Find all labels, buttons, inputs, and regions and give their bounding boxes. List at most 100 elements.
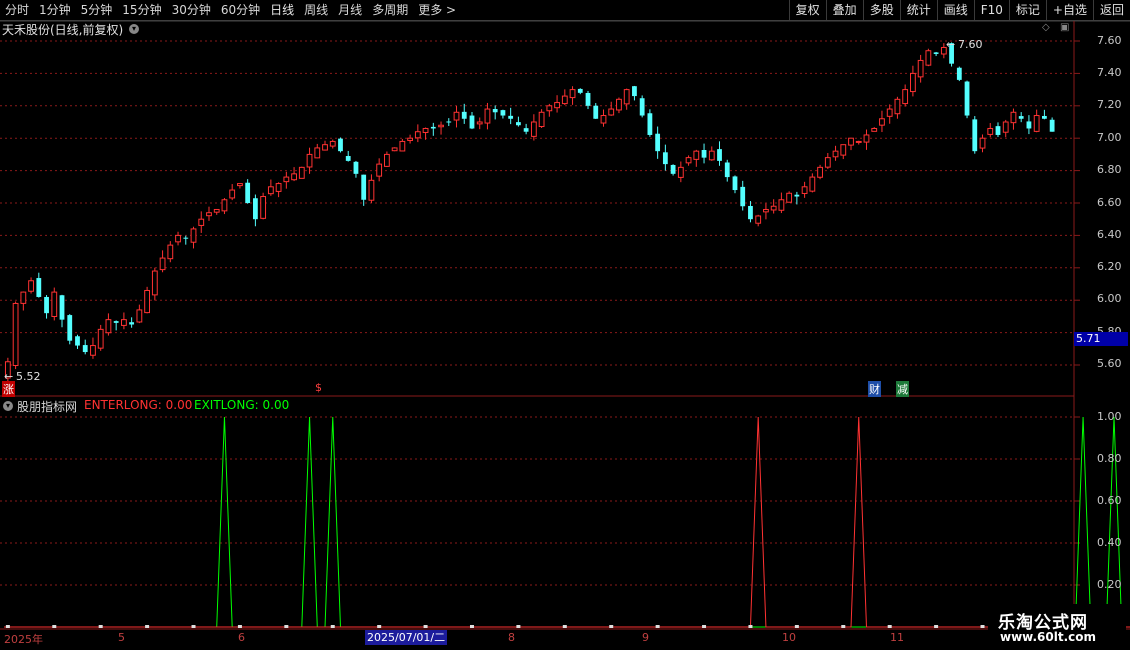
- baseline-dot: [5, 625, 10, 628]
- baseline-dot: [52, 625, 57, 628]
- finance-marker[interactable]: 财: [868, 381, 881, 397]
- price-tick: 6.00: [1097, 292, 1122, 305]
- chevron-down-icon[interactable]: ▾: [3, 401, 13, 411]
- price-tick: 7.00: [1097, 131, 1122, 144]
- candle-body: [902, 89, 909, 105]
- candle-body: [167, 244, 174, 260]
- candle-body: [129, 322, 135, 325]
- candle-body: [585, 92, 591, 106]
- candle-body: [306, 153, 313, 168]
- indicator-tick: 1.00: [1097, 410, 1122, 423]
- candle-body: [801, 186, 808, 194]
- chart-grid: [0, 20, 1130, 648]
- candle-body: [329, 140, 336, 147]
- candle-body: [1026, 121, 1032, 129]
- candle-body: [446, 121, 452, 123]
- candle-body: [28, 280, 34, 292]
- candle-body: [538, 111, 545, 128]
- baseline-dot: [237, 625, 242, 628]
- watermark: 乐淘公式网 www.60lt.com: [988, 604, 1126, 648]
- candle-body: [20, 291, 27, 304]
- baseline-dot: [191, 625, 196, 628]
- candle-body: [267, 186, 274, 195]
- candle-body: [824, 157, 831, 168]
- candle-body: [469, 115, 475, 129]
- baseline-dot: [330, 625, 335, 628]
- dividend-marker[interactable]: $: [315, 381, 322, 394]
- diamond-icon[interactable]: ◇: [1042, 22, 1050, 33]
- candle-body: [848, 137, 854, 146]
- candle-body: [964, 81, 970, 116]
- candle-body: [894, 98, 901, 115]
- baseline-dot: [284, 625, 289, 628]
- candle-body: [484, 108, 491, 124]
- candle-body: [1010, 111, 1017, 124]
- candle-body: [97, 328, 104, 349]
- candle-body: [933, 52, 939, 54]
- panel-toggle-icon[interactable]: ▣: [1060, 22, 1069, 33]
- candle-body: [190, 228, 197, 243]
- candle-body: [213, 208, 220, 213]
- candle-body: [12, 302, 19, 366]
- selected-date-label: 2025/07/01/二: [365, 630, 448, 645]
- candle-body: [113, 321, 119, 323]
- candle-body: [136, 309, 143, 323]
- candle-body: [67, 315, 73, 341]
- price-tick: 6.80: [1097, 163, 1122, 176]
- price-tick: 7.60: [1097, 34, 1122, 47]
- candle-body: [523, 128, 529, 132]
- price-tick: 7.40: [1097, 66, 1122, 79]
- chevron-down-icon[interactable]: ▾: [129, 24, 139, 34]
- candle-body: [655, 133, 661, 152]
- candle-body: [717, 149, 722, 161]
- baseline-dot: [145, 625, 150, 628]
- candle-body: [770, 205, 777, 211]
- enterlong-line: [4, 416, 1130, 628]
- price-tick: 6.60: [1097, 196, 1122, 209]
- baseline-dot: [562, 625, 567, 628]
- candle-body: [608, 108, 615, 116]
- candle-body: [361, 174, 367, 200]
- x-axis-label: 2025年: [4, 633, 43, 646]
- candle-body: [685, 157, 692, 164]
- baseline-dot: [423, 625, 428, 628]
- candle-body: [616, 98, 622, 111]
- indicator-tick: 0.40: [1097, 536, 1122, 549]
- candle-body: [577, 88, 583, 93]
- candle-body: [1049, 119, 1055, 132]
- candle-body: [778, 199, 785, 211]
- candle-body: [623, 89, 630, 105]
- stock-chart[interactable]: [0, 0, 1130, 650]
- candle-body: [740, 186, 746, 207]
- candle-body: [593, 105, 599, 119]
- candle-body: [677, 166, 684, 178]
- candle-body: [345, 156, 351, 161]
- candle-body: [75, 336, 80, 346]
- candle-body: [298, 166, 305, 179]
- candle-body: [840, 144, 847, 156]
- candle-body: [322, 144, 328, 151]
- indicator-tick: 0.80: [1097, 452, 1122, 465]
- candle-body: [917, 59, 924, 78]
- candle-body: [639, 98, 645, 116]
- baseline-dot: [655, 625, 660, 628]
- candle-body: [476, 121, 483, 125]
- candle-body: [863, 134, 870, 143]
- candle-body: [407, 137, 414, 141]
- candle-body: [90, 345, 96, 356]
- candle-body: [198, 218, 205, 226]
- baseline-dot: [609, 625, 614, 628]
- candle-body: [383, 153, 390, 167]
- indicator-name[interactable]: 股朋指标网: [17, 398, 77, 415]
- baseline-dot: [377, 625, 382, 628]
- x-axis-label: 6: [238, 631, 245, 644]
- limit-up-marker[interactable]: 涨: [2, 381, 15, 397]
- candle-body: [569, 89, 576, 99]
- x-axis-label: 11: [890, 631, 904, 644]
- reduction-marker[interactable]: 减: [896, 381, 909, 397]
- baseline-dot: [794, 625, 799, 628]
- candle-body: [909, 72, 916, 93]
- candle-body: [561, 95, 568, 105]
- candle-body: [925, 50, 932, 66]
- candle-body: [229, 189, 236, 199]
